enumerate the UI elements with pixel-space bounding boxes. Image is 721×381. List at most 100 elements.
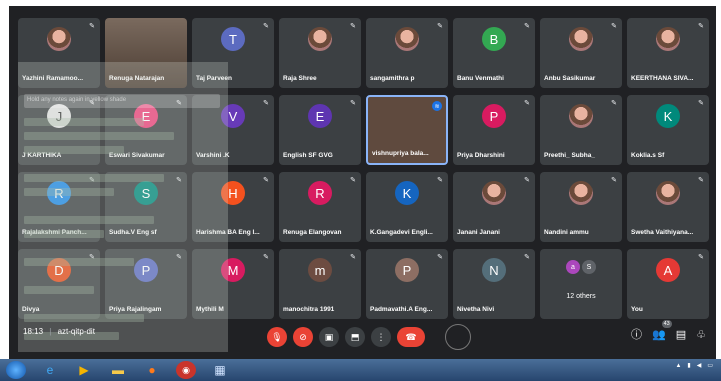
captions-button[interactable]: ▣: [319, 327, 339, 347]
muted-mic-icon: ✎: [263, 177, 269, 184]
chrome-icon[interactable]: ◉: [176, 361, 196, 379]
overlay-line: [24, 188, 114, 196]
participant-tile[interactable]: ✎ m manochitra 1991: [279, 249, 361, 319]
others-avatars: aS: [566, 260, 596, 275]
participant-tile[interactable]: ✎ sangamithra p: [366, 18, 448, 88]
overlay-line: [24, 286, 94, 294]
overlay-line: [24, 230, 104, 238]
screen: ✎ Yazhini Ramamoo... Renuga Natarajan ✎ T Taj…: [0, 0, 721, 381]
participant-tile[interactable]: ✎ P Padmavathi.A Eng...: [366, 249, 448, 319]
participant-tile[interactable]: ✎ E English SF GVG: [279, 95, 361, 165]
participant-name: vishnupriya bala...: [372, 150, 429, 157]
present-icon: ⬒: [350, 331, 360, 342]
participant-name: Raja Shree: [283, 75, 317, 82]
mic-off-button[interactable]: 🎙: [267, 327, 287, 347]
people-icon: 👥: [652, 328, 666, 341]
muted-mic-icon: ✎: [698, 254, 704, 261]
internet-explorer-icon[interactable]: e: [40, 361, 60, 379]
avatar-photo: [569, 104, 593, 128]
participant-tile[interactable]: ✎ Janani Janani: [453, 172, 535, 242]
windows-taskbar: e ▶ ▬ ● ◉ ▦ ▲ ▮ ◀ ▭: [0, 359, 721, 381]
tray-arrow-icon[interactable]: ▲: [675, 363, 681, 369]
muted-mic-icon: ✎: [698, 177, 704, 184]
participant-tile[interactable]: a S 12 others: [540, 249, 622, 319]
overlay-input[interactable]: Hold any notes again in yellow shade: [24, 94, 220, 108]
avatar-photo: [47, 27, 71, 51]
participant-name: Janani Janani: [457, 229, 500, 236]
participant-tile[interactable]: ✎ A You: [627, 249, 709, 319]
more-icon: ⋮: [376, 331, 386, 342]
system-tray: ▲ ▮ ◀ ▭: [675, 362, 713, 370]
participant-tile[interactable]: ✎ B Banu Venmathi: [453, 18, 535, 88]
muted-mic-icon: ✎: [437, 23, 443, 30]
people-button[interactable]: 👥 43: [652, 319, 672, 341]
participant-name: Swetha Vaithiyana...: [631, 229, 694, 236]
muted-mic-icon: ✎: [524, 100, 530, 107]
hang-up-button[interactable]: ☎: [397, 327, 425, 347]
folder-icon[interactable]: ▬: [108, 361, 128, 379]
muted-mic-icon: ✎: [350, 23, 356, 30]
window-icon[interactable]: ▦: [210, 361, 230, 379]
participant-name: Banu Venmathi: [457, 75, 504, 82]
participant-tile[interactable]: ≋ vishnupriya bala...: [366, 95, 448, 165]
muted-mic-icon: ✎: [350, 177, 356, 184]
participant-count-badge: 43: [661, 319, 672, 328]
muted-mic-icon: ✎: [611, 177, 617, 184]
participant-tile[interactable]: ✎ Nandini ammu: [540, 172, 622, 242]
chat-icon[interactable]: ▤: [676, 328, 686, 341]
camera-off-button[interactable]: ⊘: [293, 327, 313, 347]
participant-name: English SF GVG: [283, 152, 333, 159]
camera-off-icon: ⊘: [299, 331, 307, 342]
muted-mic-icon: ✎: [437, 177, 443, 184]
meeting-details: 18:13 | azt-qitp-dit: [23, 327, 95, 336]
participant-tile[interactable]: ✎ Anbu Sasikumar: [540, 18, 622, 88]
participant-name: Preethi_ Subha_: [544, 152, 595, 159]
muted-mic-icon: ✎: [263, 254, 269, 261]
avatar: P: [482, 104, 506, 128]
muted-mic-icon: ✎: [611, 100, 617, 107]
avatar-photo: [308, 27, 332, 51]
participant-tile[interactable]: ✎ KEERTHANA SIVA...: [627, 18, 709, 88]
participant-tile[interactable]: ✎ P Priya Dharshini: [453, 95, 535, 165]
network-icon[interactable]: ▮: [687, 362, 690, 369]
participant-tile[interactable]: ✎ Preethi_ Subha_: [540, 95, 622, 165]
avatar: N: [482, 258, 506, 282]
participant-tile[interactable]: ✎ Raja Shree: [279, 18, 361, 88]
muted-mic-icon: ✎: [524, 23, 530, 30]
firefox-icon[interactable]: ●: [142, 361, 162, 379]
avatar: E: [308, 104, 332, 128]
participant-tile[interactable]: ✎ K Koklia.s Sf: [627, 95, 709, 165]
start-button-icon[interactable]: [6, 361, 26, 379]
present-button[interactable]: ⬒: [345, 327, 365, 347]
overlay-line: [24, 132, 174, 140]
muted-mic-icon: ✎: [698, 100, 704, 107]
participant-name: KEERTHANA SIVA...: [631, 75, 694, 82]
avatar-photo: [656, 27, 680, 51]
participant-name: K.Gangadevi Engli...: [370, 229, 433, 236]
muted-mic-icon: ✎: [437, 254, 443, 261]
avatar: K: [656, 104, 680, 128]
participant-tile[interactable]: ✎ N Nivetha Nivi: [453, 249, 535, 319]
participant-name: Nandini ammu: [544, 229, 589, 236]
overlay-line: [24, 258, 134, 266]
muted-mic-icon: ✎: [263, 23, 269, 30]
participant-name: manochitra 1991: [283, 306, 335, 313]
more-options-button[interactable]: ⋮: [371, 327, 391, 347]
participant-name: Koklia.s Sf: [631, 152, 665, 159]
volume-icon[interactable]: ◀: [697, 362, 702, 369]
participant-tile[interactable]: ✎ K K.Gangadevi Engli...: [366, 172, 448, 242]
meeting-toolbar: 18:13 | azt-qitp-dit 🎙 ⊘ ▣ ⬒ ⋮ ☎ ⓘ 👥 43 …: [9, 315, 716, 359]
clock[interactable]: ▭: [707, 362, 713, 369]
participant-tile[interactable]: ✎ Swetha Vaithiyana...: [627, 172, 709, 242]
avatar-photo: [395, 27, 419, 51]
avatar: R: [308, 181, 332, 205]
activities-icon[interactable]: ♧: [696, 328, 706, 341]
avatar-photo: [569, 27, 593, 51]
taskbar-icons: e ▶ ▬ ● ◉ ▦: [6, 361, 230, 379]
participant-name: Anbu Sasikumar: [544, 75, 596, 82]
media-player-icon[interactable]: ▶: [74, 361, 94, 379]
info-icon[interactable]: ⓘ: [631, 326, 642, 342]
muted-mic-icon: ✎: [524, 177, 530, 184]
participant-tile[interactable]: ✎ R Renuga Elangovan: [279, 172, 361, 242]
overlay-line: [24, 174, 164, 182]
